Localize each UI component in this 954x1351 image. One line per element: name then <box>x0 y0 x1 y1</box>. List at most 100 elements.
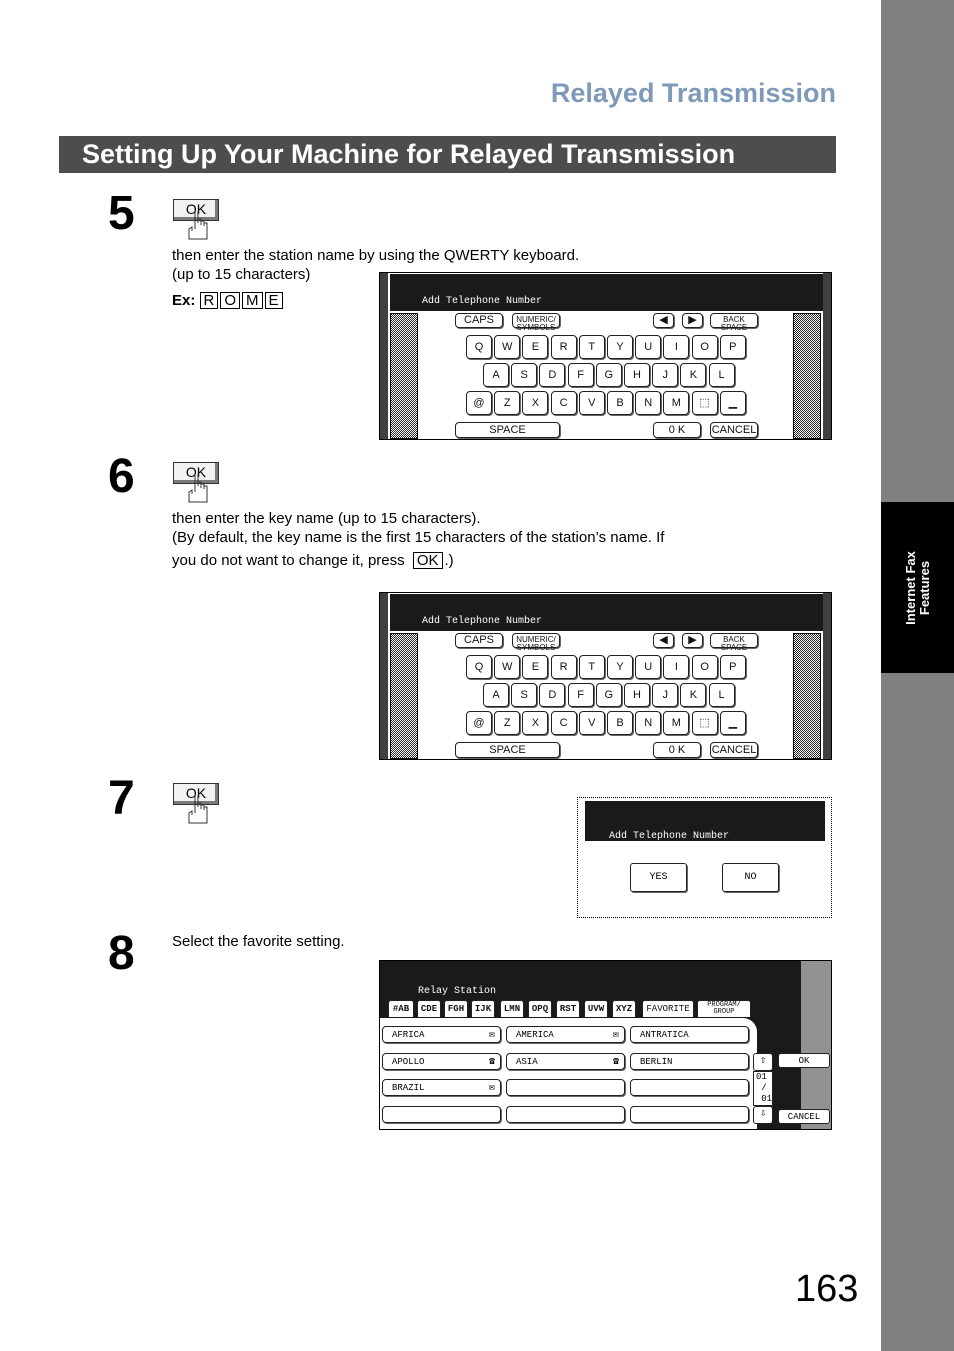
key-o[interactable]: O <box>691 335 718 359</box>
key-p[interactable]: P <box>719 335 746 359</box>
caps-key[interactable]: CAPS <box>455 313 503 328</box>
cancel-button[interactable]: CANCEL <box>778 1109 830 1124</box>
backspace-key[interactable]: BACK SPACE <box>710 313 758 332</box>
cursor-left-key[interactable]: ◀ <box>653 633 674 648</box>
ok-button[interactable]: OK <box>778 1053 830 1068</box>
key-b[interactable]: B <box>607 391 633 415</box>
tab-cde[interactable]: CDE <box>417 1000 441 1017</box>
key-n[interactable]: N <box>635 711 662 735</box>
key-u[interactable]: U <box>635 335 662 359</box>
key-cursor[interactable]: ⬚ <box>691 391 718 415</box>
page-down-button[interactable]: ⇩ <box>753 1106 773 1124</box>
yes-button[interactable]: YES <box>630 863 687 892</box>
tab-uvw[interactable]: UVW <box>584 1000 608 1017</box>
address-button[interactable]: AFRICA ✉ <box>382 1026 501 1043</box>
caps-key[interactable]: CAPS <box>455 633 503 648</box>
key-l[interactable]: L <box>708 363 735 387</box>
key-r[interactable]: R <box>550 655 577 679</box>
cancel-key[interactable]: CANCEL <box>710 742 758 758</box>
address-button[interactable]: AMERICA ✉ <box>506 1026 625 1043</box>
address-button[interactable]: APOLLO ☎ <box>382 1052 501 1070</box>
key-e[interactable]: E <box>522 335 549 359</box>
key-i[interactable]: I <box>663 335 690 359</box>
ok-key[interactable]: 0 K <box>653 742 701 758</box>
cursor-right-key[interactable]: ▶ <box>682 633 703 648</box>
tab-rst[interactable]: RST <box>556 1000 580 1017</box>
tab-ijk[interactable]: IJK <box>471 1000 495 1017</box>
tab-programgroup[interactable]: PROGRAM/ GROUP <box>697 1000 751 1017</box>
key-y[interactable]: Y <box>607 335 633 359</box>
key-h[interactable]: H <box>624 363 650 387</box>
key-s[interactable]: S <box>511 683 538 707</box>
key-k[interactable]: K <box>680 363 707 387</box>
key-z[interactable]: Z <box>494 391 521 415</box>
key-at[interactable]: @ <box>466 391 492 415</box>
cursor-left-key[interactable]: ◀ <box>653 313 674 328</box>
page-up-button[interactable]: ⇧ <box>753 1053 773 1071</box>
address-button[interactable] <box>506 1105 625 1123</box>
key-g[interactable]: G <box>595 363 622 387</box>
key-f[interactable]: F <box>567 363 594 387</box>
key-x[interactable]: X <box>522 391 549 415</box>
no-button[interactable]: NO <box>722 863 779 892</box>
key-v[interactable]: V <box>578 391 605 415</box>
key-x[interactable]: X <box>522 711 549 735</box>
key-j[interactable]: J <box>652 363 679 387</box>
tab-xyz[interactable]: XYZ <box>612 1000 636 1017</box>
key-n[interactable]: N <box>635 391 662 415</box>
key-d[interactable]: D <box>539 683 566 707</box>
key-d[interactable]: D <box>539 363 566 387</box>
key-t[interactable]: T <box>578 655 605 679</box>
ok-key[interactable]: 0 K <box>653 422 701 438</box>
key-c[interactable]: C <box>550 391 577 415</box>
key-m[interactable]: M <box>663 711 690 735</box>
tab-lmn[interactable]: LMN <box>500 1000 524 1017</box>
key-a[interactable]: A <box>483 363 509 387</box>
key-h[interactable]: H <box>624 683 650 707</box>
space-key[interactable]: SPACE <box>455 742 560 758</box>
numeric-symbols-key[interactable]: NUMERIC/ SYMBOLS <box>512 313 560 332</box>
numeric-symbols-key[interactable]: NUMERIC/ SYMBOLS <box>512 633 560 652</box>
key-v[interactable]: V <box>578 711 605 735</box>
tab-opq[interactable]: OPQ <box>528 1000 552 1017</box>
cancel-key[interactable]: CANCEL <box>710 422 758 438</box>
key-k[interactable]: K <box>680 683 707 707</box>
key-underline[interactable]: ▁ <box>719 391 746 415</box>
key-at[interactable]: @ <box>466 711 492 735</box>
key-q[interactable]: Q <box>466 655 492 679</box>
key-c[interactable]: C <box>550 711 577 735</box>
cursor-right-key[interactable]: ▶ <box>682 313 703 328</box>
address-button[interactable]: ANTRATICA <box>630 1026 749 1043</box>
key-underline[interactable]: ▁ <box>719 711 746 735</box>
key-l[interactable]: L <box>708 683 735 707</box>
key-w[interactable]: W <box>494 335 521 359</box>
address-button[interactable] <box>506 1079 625 1096</box>
key-w[interactable]: W <box>494 655 521 679</box>
key-u[interactable]: U <box>635 655 662 679</box>
key-i[interactable]: I <box>663 655 690 679</box>
key-r[interactable]: R <box>550 335 577 359</box>
key-cursor[interactable]: ⬚ <box>691 711 718 735</box>
address-button[interactable] <box>630 1079 749 1096</box>
address-button[interactable]: BERLIN <box>630 1052 749 1070</box>
address-button[interactable] <box>382 1105 501 1123</box>
key-b[interactable]: B <box>607 711 633 735</box>
address-button[interactable]: ASIA ☎ <box>506 1052 625 1070</box>
backspace-key[interactable]: BACK SPACE <box>710 633 758 652</box>
address-button[interactable] <box>630 1105 749 1123</box>
key-t[interactable]: T <box>578 335 605 359</box>
tab-ab[interactable]: #AB <box>388 1000 414 1017</box>
key-e[interactable]: E <box>522 655 549 679</box>
tab-favorite[interactable]: FAVORITE <box>642 1000 694 1017</box>
key-p[interactable]: P <box>719 655 746 679</box>
space-key[interactable]: SPACE <box>455 422 560 438</box>
key-q[interactable]: Q <box>466 335 492 359</box>
key-j[interactable]: J <box>652 683 679 707</box>
tab-fgh[interactable]: FGH <box>444 1000 468 1017</box>
key-s[interactable]: S <box>511 363 538 387</box>
key-m[interactable]: M <box>663 391 690 415</box>
key-z[interactable]: Z <box>494 711 521 735</box>
key-f[interactable]: F <box>567 683 594 707</box>
key-a[interactable]: A <box>483 683 509 707</box>
key-g[interactable]: G <box>595 683 622 707</box>
